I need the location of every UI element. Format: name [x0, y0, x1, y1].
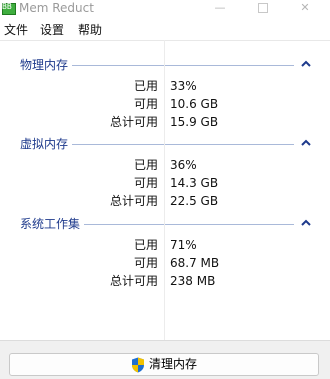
- row-label: 总计可用: [109, 115, 158, 129]
- memory-list[interactable]: 物理内存 已用 33% 可用 10.6 GB 总计可用 15.9 GB 虚拟内存…: [0, 40, 330, 341]
- group-divider: [72, 65, 294, 66]
- maximize-button[interactable]: [248, 0, 278, 16]
- row-label: 总计可用: [109, 194, 158, 208]
- row-value: 22.5 GB: [170, 194, 219, 208]
- row-value: 15.9 GB: [170, 115, 219, 129]
- row-label: 可用: [133, 256, 158, 270]
- menu-settings[interactable]: 设置: [40, 22, 64, 38]
- row-value: 10.6 GB: [170, 97, 219, 111]
- window-title: Mem Reduct: [19, 1, 94, 15]
- group-title-virtual: 虚拟内存: [20, 135, 73, 153]
- shield-icon: [131, 357, 144, 372]
- row-value: 71%: [170, 238, 197, 252]
- row-label: 已用: [133, 238, 158, 252]
- column-separator: [164, 40, 165, 340]
- group-divider: [72, 144, 294, 145]
- row-label: 已用: [133, 79, 158, 93]
- menu-file[interactable]: 文件: [4, 22, 28, 38]
- clean-memory-button[interactable]: 清理内存: [9, 353, 319, 376]
- chevron-up-icon[interactable]: [300, 57, 312, 71]
- chevron-up-icon[interactable]: [300, 216, 312, 230]
- group-title-working-set: 系统工作集: [20, 215, 85, 233]
- bottom-bar: 清理内存: [0, 340, 330, 379]
- clean-button-label: 清理内存: [148, 357, 197, 371]
- menu-help[interactable]: 帮助: [78, 22, 102, 38]
- row-value: 238 MB: [170, 274, 216, 288]
- row-value: 68.7 MB: [170, 256, 220, 270]
- group-header-physical[interactable]: 物理内存: [0, 56, 330, 74]
- close-button[interactable]: ✕: [290, 0, 320, 16]
- group-header-virtual[interactable]: 虚拟内存: [0, 135, 330, 153]
- minimize-button[interactable]: —: [205, 0, 235, 16]
- row-value: 33%: [170, 79, 197, 93]
- row-label: 可用: [133, 97, 158, 111]
- row-value: 36%: [170, 158, 197, 172]
- group-divider: [84, 224, 294, 225]
- row-label: 总计可用: [109, 274, 158, 288]
- group-title-physical: 物理内存: [20, 56, 73, 74]
- group-header-working-set[interactable]: 系统工作集: [0, 215, 330, 233]
- clean-button-content: 清理内存: [10, 354, 318, 375]
- title-bar: BB Mem Reduct — ✕: [0, 0, 330, 20]
- row-label: 可用: [133, 176, 158, 190]
- row-label: 已用: [133, 158, 158, 172]
- app-icon-text: BB: [2, 2, 12, 11]
- chevron-up-icon[interactable]: [300, 136, 312, 150]
- maximize-icon: [258, 3, 268, 13]
- row-value: 14.3 GB: [170, 176, 219, 190]
- menu-bar: 文件 设置 帮助: [0, 20, 330, 40]
